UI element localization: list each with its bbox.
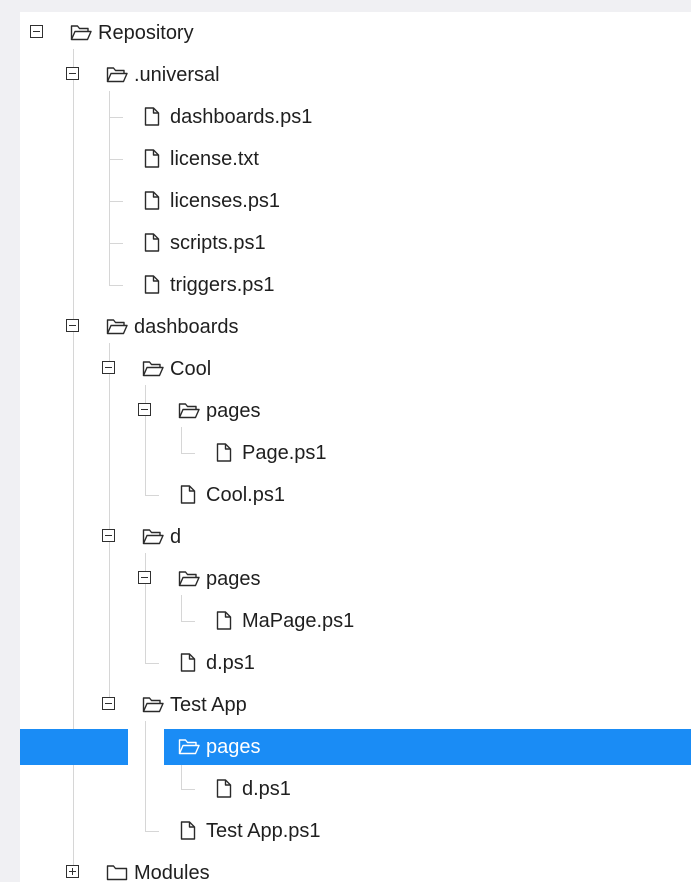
collapse-toggle-icon[interactable]	[30, 25, 43, 38]
tree-node-label: d	[170, 526, 182, 548]
collapse-toggle-icon[interactable]	[138, 571, 151, 584]
tree-node-d-ps1[interactable]: d.ps1	[20, 645, 691, 681]
expand-toggle-icon[interactable]	[66, 865, 79, 878]
folder-open-icon	[70, 24, 92, 46]
file-icon	[216, 611, 232, 635]
tree-node-label: .universal	[134, 64, 220, 86]
tree-node-label: license.txt	[170, 148, 259, 170]
tree-node-repository[interactable]: Repository	[20, 15, 691, 51]
tree-node-label: scripts.ps1	[170, 232, 266, 254]
tree-node-label: dashboards	[134, 316, 239, 338]
file-icon	[144, 275, 160, 299]
tree-node-d[interactable]: d	[20, 519, 691, 555]
file-icon	[144, 107, 160, 131]
folder-open-icon	[142, 360, 164, 382]
folder-open-icon	[178, 402, 200, 424]
tree-node-label: Cool	[170, 358, 212, 380]
tree-node-scripts-ps1[interactable]: scripts.ps1	[20, 225, 691, 261]
tree-node-label: triggers.ps1	[170, 274, 275, 296]
tree-node-label: pages	[206, 736, 261, 758]
tree-node-label: dashboards.ps1	[170, 106, 313, 128]
selection-highlight	[20, 729, 128, 765]
file-icon	[216, 443, 232, 467]
file-icon	[144, 233, 160, 257]
collapse-toggle-icon[interactable]	[66, 67, 79, 80]
file-icon	[180, 821, 196, 845]
folder-open-icon	[142, 696, 164, 718]
file-icon	[180, 653, 196, 677]
tree-node-d-ps1[interactable]: d.ps1	[20, 771, 691, 807]
tree-node-modules[interactable]: Modules	[20, 855, 691, 882]
tree-node-licenses-ps1[interactable]: licenses.ps1	[20, 183, 691, 219]
tree-node-cool-ps1[interactable]: Cool.ps1	[20, 477, 691, 513]
tree-node-label: licenses.ps1	[170, 190, 281, 212]
file-icon	[144, 191, 160, 215]
tree-node-label: Page.ps1	[242, 442, 327, 464]
tree-node-page-ps1[interactable]: Page.ps1	[20, 435, 691, 471]
tree-node-pages[interactable]: pages	[20, 393, 691, 429]
tree-node-test-app-ps1[interactable]: Test App.ps1	[20, 813, 691, 849]
folder-open-icon	[142, 528, 164, 550]
folder-open-icon	[178, 570, 200, 592]
file-icon	[216, 779, 232, 803]
tree-node-label: Test App.ps1	[206, 820, 321, 842]
tree-node-label: Repository	[98, 22, 194, 44]
tree-node-label: pages	[206, 568, 261, 590]
collapse-toggle-icon[interactable]	[138, 403, 151, 416]
tree-node-label: d.ps1	[206, 652, 255, 674]
collapse-toggle-icon[interactable]	[66, 319, 79, 332]
folder-open-icon	[178, 738, 200, 760]
folder-open-icon	[106, 66, 128, 88]
tree-node-dashboards-ps1[interactable]: dashboards.ps1	[20, 99, 691, 135]
tree-node-label: pages	[206, 400, 261, 422]
tree-node-label: Test App	[170, 694, 247, 716]
folder-open-icon	[106, 318, 128, 340]
folder-icon	[106, 864, 128, 882]
collapse-toggle-icon[interactable]	[102, 529, 115, 542]
tree-node-license-txt[interactable]: license.txt	[20, 141, 691, 177]
collapse-toggle-icon[interactable]	[102, 361, 115, 374]
tree-node-universal[interactable]: .universal	[20, 57, 691, 93]
file-icon	[144, 149, 160, 173]
tree-node-dashboards[interactable]: dashboards	[20, 309, 691, 345]
tree-node-cool[interactable]: Cool	[20, 351, 691, 387]
tree-node-pages[interactable]: pages	[20, 729, 691, 765]
file-icon	[180, 485, 196, 509]
tree-node-mapage-ps1[interactable]: MaPage.ps1	[20, 603, 691, 639]
tree-node-test-app[interactable]: Test App	[20, 687, 691, 723]
collapse-toggle-icon[interactable]	[102, 697, 115, 710]
repository-tree-panel: Repository .universal dashboards.ps1 licens…	[20, 12, 691, 882]
tree-node-label: d.ps1	[242, 778, 291, 800]
tree-node-pages[interactable]: pages	[20, 561, 691, 597]
tree-node-label: Modules	[134, 862, 210, 882]
tree-node-label: Cool.ps1	[206, 484, 285, 506]
tree-node-triggers-ps1[interactable]: triggers.ps1	[20, 267, 691, 303]
tree-node-label: MaPage.ps1	[242, 610, 355, 632]
